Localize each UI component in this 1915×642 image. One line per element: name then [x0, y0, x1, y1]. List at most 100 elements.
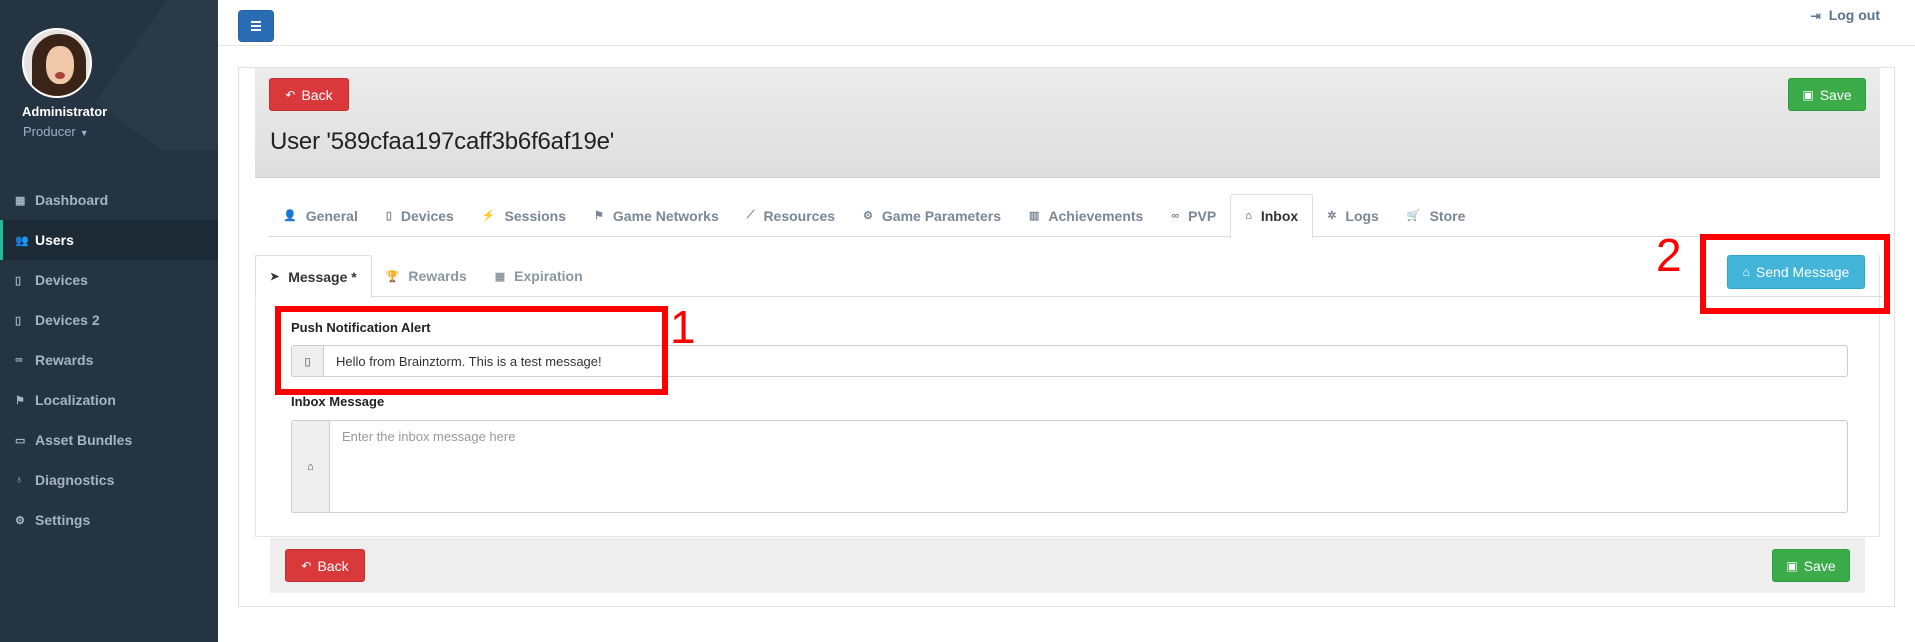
- tab-devices[interactable]: ▯ Devices: [372, 194, 468, 237]
- mobile-icon: ▯: [385, 210, 392, 222]
- inbox-icon: ⌂: [292, 421, 330, 512]
- inbox-subtabs: ➤ Message * 🏆 Rewards ▦ Expiration: [255, 255, 1882, 298]
- subtab-expiration[interactable]: ▦ Expiration: [481, 255, 597, 297]
- inbox-message-label: Inbox Message: [291, 394, 385, 409]
- floppy-icon: ▣: [1786, 558, 1798, 573]
- tab-label: Devices: [400, 207, 454, 224]
- profile-panel: Administrator Producer ▼: [0, 0, 218, 150]
- tab-pvp[interactable]: ∞ PVP: [1157, 194, 1230, 237]
- floppy-icon: ▣: [1802, 87, 1814, 102]
- sidebar-item-label: Users: [35, 232, 74, 248]
- profile-role: Producer: [23, 124, 76, 139]
- flag-icon: ⚑: [594, 210, 604, 222]
- sidebar-item-dashboard[interactable]: ▦ Dashboard: [0, 180, 218, 220]
- inbox-icon: ⌂: [1245, 210, 1252, 222]
- annotation-box-1: [275, 306, 668, 395]
- sidebar-item-label: Settings: [35, 512, 91, 528]
- logout-label: Log out: [1828, 7, 1880, 23]
- tab-sessions[interactable]: ⚡ Sessions: [468, 194, 580, 237]
- sidebar-item-devices[interactable]: ▯ Devices: [0, 260, 218, 300]
- subtab-rewards[interactable]: 🏆 Rewards: [372, 255, 481, 297]
- hamburger-icon: [251, 21, 261, 23]
- tab-label: Sessions: [504, 207, 567, 224]
- save-label: Save: [1803, 557, 1836, 574]
- inbox-message-textarea[interactable]: Enter the inbox message here: [330, 421, 1847, 512]
- back-label: Back: [301, 86, 333, 103]
- sidebar-item-asset-bundles[interactable]: ▭ Asset Bundles: [0, 420, 218, 460]
- bug-icon: ✲: [1327, 210, 1337, 222]
- sidebar-item-label: Devices: [35, 272, 88, 288]
- back-label: Back: [317, 557, 349, 574]
- sidebar-item-label: Localization: [35, 392, 116, 408]
- user-tabs: 👤 General ▯ Devices ⚡ Sessions ⚑ Game Networ…: [269, 194, 1880, 238]
- mobile-icon: ▯: [15, 314, 22, 327]
- flag-icon: ⚑: [15, 394, 25, 407]
- tab-label: General: [305, 207, 358, 224]
- top-bar: ⇥ Log out: [218, 0, 1915, 46]
- tab-game-networks[interactable]: ⚑ Game Networks: [580, 194, 733, 237]
- bolt-icon: ⚡: [481, 210, 496, 222]
- folder-open-icon: ▭: [15, 434, 26, 447]
- sidebar-item-devices-2[interactable]: ▯ Devices 2: [0, 300, 218, 340]
- subtab-message[interactable]: ➤ Message *: [255, 255, 372, 298]
- save-button[interactable]: ▣ Save: [1788, 78, 1866, 111]
- tab-achievements[interactable]: ▥ Achievements: [1015, 194, 1157, 237]
- tab-label: Inbox: [1260, 208, 1299, 224]
- save-button-footer[interactable]: ▣ Save: [1772, 549, 1850, 582]
- subtab-label: Expiration: [514, 268, 583, 284]
- annotation-number-1: 1: [670, 301, 696, 353]
- reply-icon: ↶: [301, 558, 312, 573]
- tab-label: Resources: [763, 207, 836, 224]
- profile-role-dropdown[interactable]: Producer ▼: [23, 124, 89, 139]
- sidebar-item-rewards[interactable]: ∞ Rewards: [0, 340, 218, 380]
- tab-general[interactable]: 👤 General: [269, 194, 372, 237]
- gear-icon: ⚙: [863, 210, 873, 222]
- user-icon: 👤: [283, 210, 297, 222]
- save-label: Save: [1819, 86, 1852, 103]
- sidebar-nav: ▦ Dashboard 👥 Users ▯ Devices ▯ Devices 2 ∞ R…: [0, 180, 218, 540]
- sidebar-item-diagnostics[interactable]: ♁ Diagnostics: [0, 460, 218, 500]
- sidebar-item-label: Rewards: [35, 352, 94, 368]
- tab-inbox[interactable]: ⌂ Inbox: [1230, 194, 1314, 238]
- inbox-panel: ➤ Message * 🏆 Rewards ▦ Expiration ⌂ Send Me…: [255, 255, 1882, 537]
- link-icon: ∞: [1171, 209, 1180, 222]
- tab-label: Game Networks: [612, 207, 719, 224]
- menu-toggle-button[interactable]: [238, 10, 274, 42]
- stethoscope-icon: ♁: [15, 474, 24, 486]
- logout-link[interactable]: ⇥ Log out: [1811, 7, 1880, 23]
- bar-chart-icon: ▥: [1028, 210, 1040, 222]
- annotation-number-2: 2: [1656, 229, 1682, 281]
- back-button-footer[interactable]: ↶ Back: [285, 549, 365, 582]
- paper-plane-icon: ➤: [270, 271, 280, 283]
- mobile-icon: ▯: [15, 274, 22, 287]
- tab-resources[interactable]: ⟋ Resources: [733, 194, 849, 237]
- avatar[interactable]: [22, 28, 92, 98]
- back-button[interactable]: ↶ Back: [269, 78, 349, 111]
- sidebar-item-localization[interactable]: ⚑ Localization: [0, 380, 218, 420]
- sign-out-icon: ⇥: [1810, 9, 1821, 23]
- dashboard-icon: ▦: [15, 194, 26, 207]
- panel-footer: ↶ Back ▣ Save: [270, 538, 1865, 593]
- annotation-box-2: [1700, 234, 1890, 314]
- sidebar-item-users[interactable]: 👥 Users: [0, 220, 218, 260]
- sidebar-item-label: Asset Bundles: [35, 432, 133, 448]
- tab-label: Game Parameters: [881, 207, 1001, 224]
- sidebar-item-settings[interactable]: ⚙ Settings: [0, 500, 218, 540]
- subtab-label: Message *: [288, 268, 357, 285]
- inbox-message-field[interactable]: ⌂ Enter the inbox message here: [291, 420, 1848, 513]
- caret-down-icon: ▼: [79, 128, 89, 138]
- users-icon: 👥: [15, 234, 29, 247]
- subtab-label: Rewards: [408, 268, 467, 284]
- sidebar-item-label: Dashboard: [35, 192, 109, 208]
- tab-label: Store: [1429, 207, 1466, 224]
- tab-logs[interactable]: ✲ Logs: [1313, 194, 1393, 237]
- link-icon: ∞: [15, 354, 23, 366]
- trophy-icon: 🏆: [385, 270, 400, 283]
- sidebar: Administrator Producer ▼ ▦ Dashboard 👥 User…: [0, 0, 218, 642]
- page-title: User '589cfaa197caff3b6f6af19e': [270, 128, 615, 155]
- tab-store[interactable]: 🛒 Store: [1393, 194, 1480, 237]
- sidebar-item-label: Diagnostics: [35, 472, 115, 488]
- shopping-cart-icon: 🛒: [1406, 210, 1421, 222]
- tab-game-parameters[interactable]: ⚙ Game Parameters: [849, 194, 1015, 237]
- sidebar-item-label: Devices 2: [35, 312, 100, 328]
